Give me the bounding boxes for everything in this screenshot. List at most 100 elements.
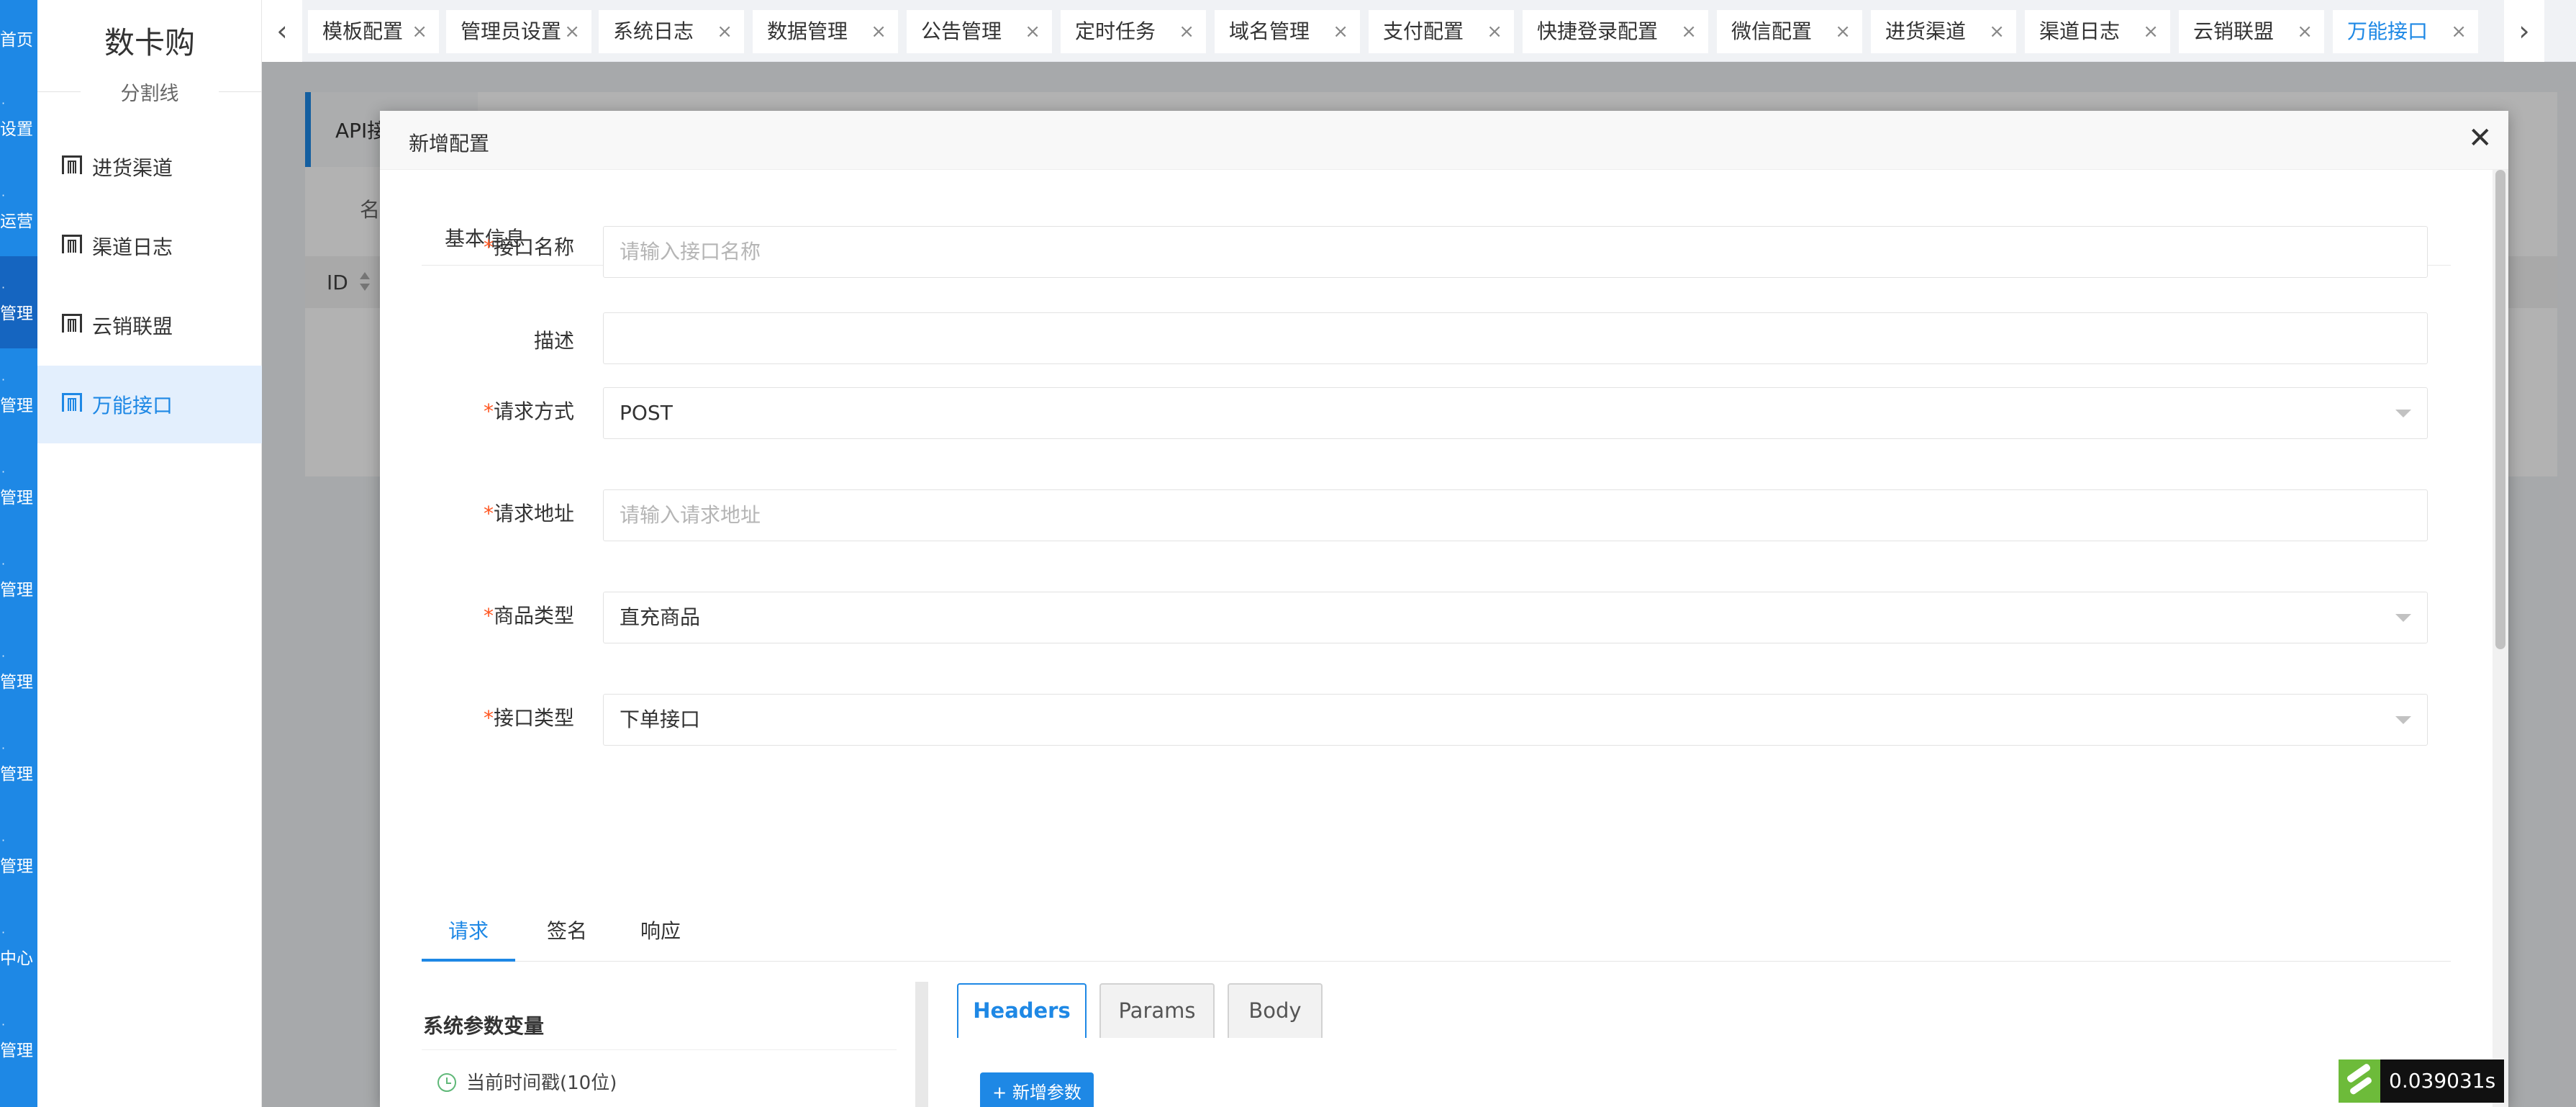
- rail-item-label: 设置: [0, 120, 33, 139]
- rail-item-manage[interactable]: · 管理: [0, 256, 37, 348]
- subtab-params[interactable]: Params: [1099, 983, 1215, 1038]
- rail-item-label: 管理: [0, 857, 33, 876]
- tab-label: 域名管理: [1229, 19, 1310, 43]
- tab-payment-config[interactable]: 支付配置 ×: [1369, 10, 1514, 53]
- add-config-dialog: 新增配置 ✕ 基本信息 *接口名称 请输入接口名称 描述 *请求方式 POST …: [380, 111, 2508, 1107]
- tab-label: 模板配置: [322, 19, 404, 43]
- rail-item-label: 管理: [0, 397, 33, 415]
- tab-data-management[interactable]: 数据管理 ×: [753, 10, 898, 53]
- tab-label: 系统日志: [613, 19, 694, 43]
- close-icon[interactable]: ×: [717, 10, 733, 53]
- tab-scheduled-tasks[interactable]: 定时任务 ×: [1061, 10, 1206, 53]
- required-mark: *: [483, 399, 494, 423]
- close-icon[interactable]: ×: [1681, 10, 1697, 53]
- rail-item-manage[interactable]: · 管理: [0, 625, 37, 717]
- subtab-body[interactable]: Body: [1228, 983, 1323, 1038]
- channel-icon: [62, 235, 82, 253]
- tab-label: 渠道日志: [2039, 19, 2121, 43]
- rail-item-label: 中心: [0, 949, 33, 968]
- submenu-item-universal-api[interactable]: 万能接口: [37, 366, 262, 443]
- tab-channel-log[interactable]: 渠道日志 ×: [2025, 10, 2170, 53]
- submenu-item-cloud-alliance[interactable]: 云销联盟: [37, 286, 262, 364]
- rail-item-icon: ·: [1, 557, 6, 571]
- close-icon[interactable]: ×: [871, 10, 886, 53]
- rail-item-manage[interactable]: · 管理: [0, 809, 37, 901]
- rail-item-icon: ·: [1, 741, 6, 755]
- close-icon[interactable]: ×: [1487, 10, 1502, 53]
- page-tabs-bar: ‹ 模板配置 × 管理员设置 × 系统日志 × 数据管理 × 公告管理 × 定时…: [262, 0, 2576, 62]
- tab-label: 快捷登录配置: [1537, 19, 1659, 43]
- clock-icon: [437, 1073, 456, 1092]
- rail-item-icon: ·: [1, 373, 6, 387]
- scrollbar-thumb[interactable]: [2495, 170, 2505, 649]
- tab-signature[interactable]: 签名: [531, 901, 603, 962]
- field-label-text: 接口名称: [493, 235, 574, 259]
- rail-item-manage[interactable]: · 管理: [0, 993, 37, 1085]
- chevron-down-icon: [2395, 614, 2411, 622]
- field-label-name: *接口名称: [414, 233, 574, 262]
- close-icon[interactable]: ×: [1989, 10, 2005, 53]
- api-type-select[interactable]: 下单接口: [603, 694, 2428, 746]
- tab-template-config[interactable]: 模板配置 ×: [308, 10, 439, 53]
- rail-item-manage[interactable]: · 管理: [0, 440, 37, 533]
- tab-label: 支付配置: [1383, 19, 1464, 43]
- request-url-input[interactable]: 请输入请求地址: [603, 489, 2428, 541]
- channel-icon: [62, 314, 82, 333]
- tab-wechat-config[interactable]: 微信配置 ×: [1717, 10, 1862, 53]
- close-icon[interactable]: ×: [1025, 10, 1040, 53]
- api-name-input[interactable]: 请输入接口名称: [603, 226, 2428, 278]
- close-icon[interactable]: ×: [1179, 10, 1194, 53]
- submenu-item-channel-log[interactable]: 渠道日志: [37, 207, 262, 285]
- config-tabs: 请求 签名 响应: [422, 901, 2451, 962]
- close-icon[interactable]: ×: [1835, 10, 1851, 53]
- rail-item-settings[interactable]: · 设置: [0, 72, 37, 164]
- tab-quick-login-config[interactable]: 快捷登录配置 ×: [1523, 10, 1708, 53]
- timer-value: 0.039031s: [2380, 1059, 2505, 1103]
- rail-item-label: 运营: [0, 212, 33, 231]
- leaf-logo-icon: [2339, 1059, 2380, 1103]
- request-method-select[interactable]: POST: [603, 387, 2428, 439]
- rail-item-operation[interactable]: · 运营: [0, 164, 37, 256]
- tab-admin-settings[interactable]: 管理员设置 ×: [446, 10, 591, 53]
- variable-item[interactable]: 当前时间戳(10位): [437, 1068, 617, 1095]
- rail-item-icon: ·: [1, 189, 6, 202]
- add-param-button[interactable]: + 新增参数: [980, 1072, 1094, 1107]
- field-label-text: 请求地址: [493, 502, 574, 525]
- chevron-down-icon: [2395, 410, 2411, 417]
- variable-label: 当前时间戳(10位): [466, 1072, 617, 1094]
- rail-item-manage[interactable]: · 管理: [0, 717, 37, 809]
- channel-icon: [62, 155, 82, 174]
- subtab-headers[interactable]: Headers: [957, 983, 1087, 1038]
- close-icon[interactable]: ×: [2451, 10, 2467, 53]
- tabs-prev-button[interactable]: ‹: [262, 0, 302, 62]
- rail-item-center[interactable]: · 中心: [0, 901, 37, 993]
- tab-purchase-channel[interactable]: 进货渠道 ×: [1871, 10, 2016, 53]
- tab-request[interactable]: 请求: [422, 901, 515, 962]
- rail-item-manage[interactable]: · 管理: [0, 348, 37, 440]
- product-type-select[interactable]: 直充商品: [603, 592, 2428, 643]
- channel-icon: [62, 393, 82, 412]
- tabs-next-button[interactable]: ›: [2504, 0, 2544, 62]
- tab-label: 数据管理: [767, 19, 848, 43]
- close-icon[interactable]: ×: [564, 10, 580, 53]
- submenu-item-purchase-channel[interactable]: 进货渠道: [37, 128, 262, 206]
- close-icon[interactable]: ×: [2143, 10, 2159, 53]
- system-variables-title: 系统参数变量: [423, 1014, 545, 1038]
- panel-resize-handle[interactable]: [915, 982, 928, 1107]
- tab-label: 定时任务: [1075, 19, 1156, 43]
- menu-divider-label: 分割线: [37, 78, 262, 106]
- description-input[interactable]: [603, 312, 2428, 364]
- tab-announcement[interactable]: 公告管理 ×: [907, 10, 1052, 53]
- tab-system-log[interactable]: 系统日志 ×: [599, 10, 744, 53]
- dialog-scrollbar[interactable]: [2493, 170, 2508, 1107]
- close-icon[interactable]: ×: [1333, 10, 1348, 53]
- tab-domain-management[interactable]: 域名管理 ×: [1215, 10, 1360, 53]
- variables-divider: [422, 1049, 897, 1050]
- tab-universal-api[interactable]: 万能接口 ×: [2333, 10, 2478, 53]
- rail-item-manage[interactable]: · 管理: [0, 533, 37, 625]
- tab-cloud-alliance[interactable]: 云销联盟 ×: [2179, 10, 2324, 53]
- tab-response[interactable]: 响应: [625, 901, 697, 962]
- close-icon[interactable]: ✕: [2468, 124, 2493, 153]
- close-icon[interactable]: ×: [2297, 10, 2313, 53]
- close-icon[interactable]: ×: [412, 10, 427, 53]
